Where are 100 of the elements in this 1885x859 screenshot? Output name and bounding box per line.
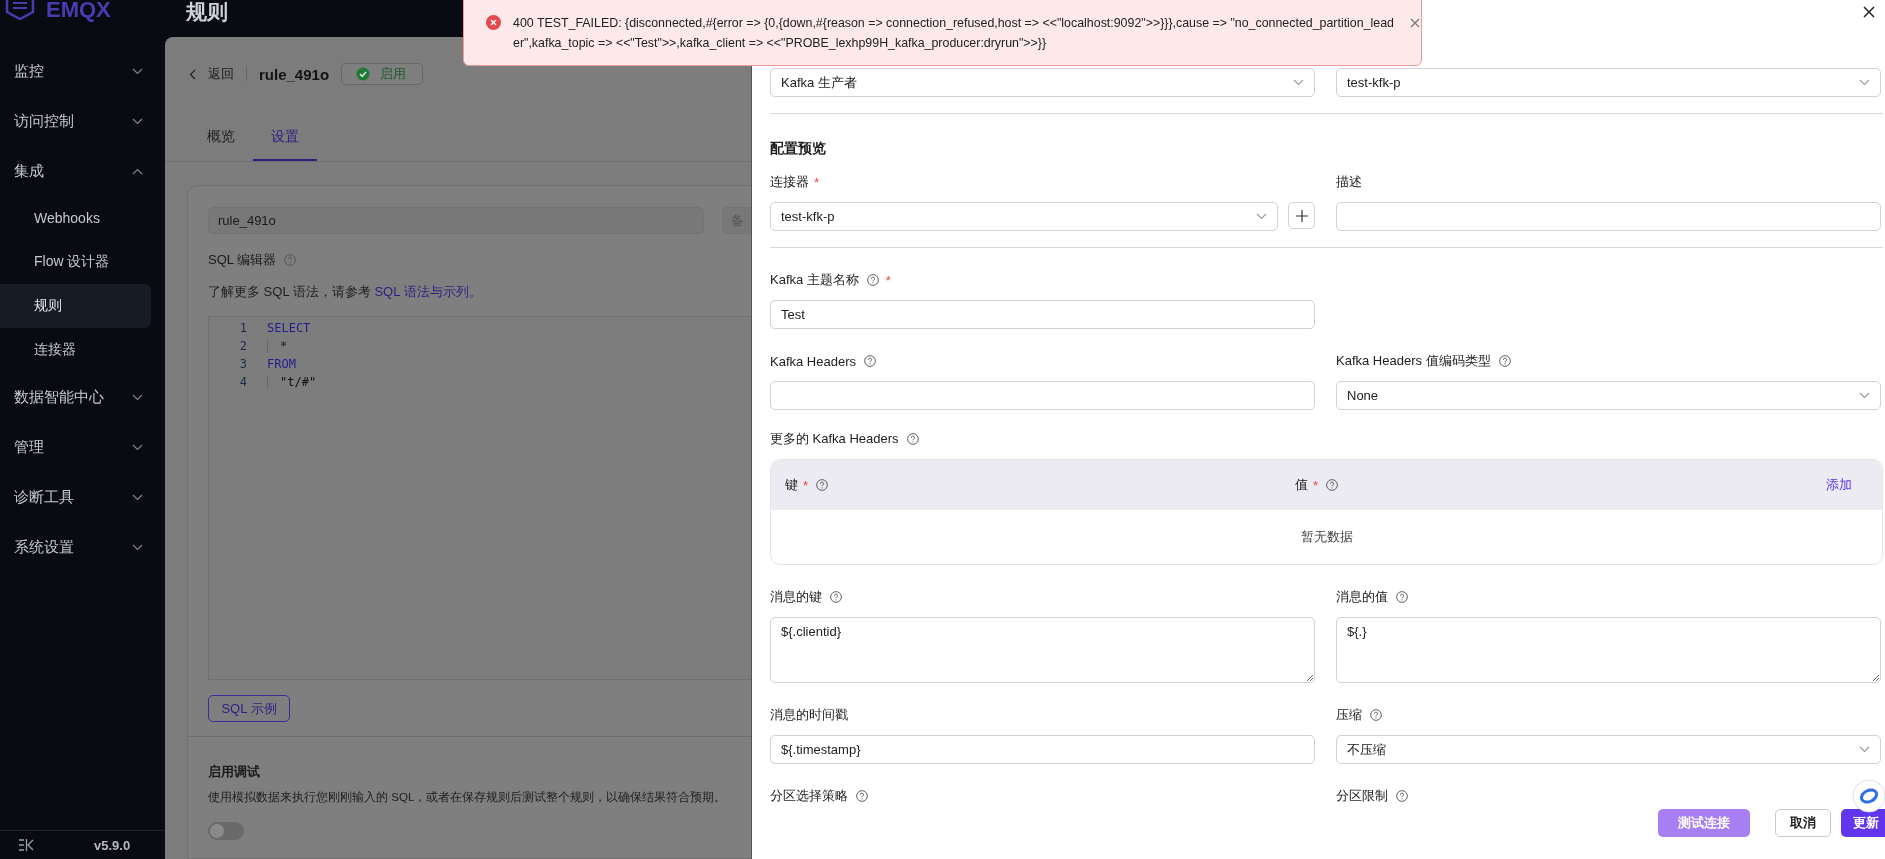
field-label: 连接器 [770,173,809,191]
help-icon[interactable] [1326,479,1339,491]
field-label: Kafka Headers 值编码类型 [1336,352,1491,370]
sql-hint-text: 了解更多 SQL 语法，请参考 SQL 语法与示列。 [208,283,483,301]
required-mark: * [1313,477,1319,493]
footer-button[interactable]: 更新 [1841,809,1885,837]
field-label: 消息的值 [1336,588,1388,606]
field-label: 压缩 [1336,706,1362,724]
field-label: 更多的 Kafka Headers [770,430,899,448]
add-button[interactable] [1288,202,1315,229]
chevron-icon [1859,79,1870,86]
page-title: 规则 [186,0,228,25]
nav-item[interactable]: 系统设置 [0,522,165,572]
status-badge: 启用 [341,63,424,85]
footer-button[interactable]: 取消 [1775,809,1831,837]
field-label: 分区限制 [1336,787,1388,805]
version-label: v5.9.0 [94,837,131,853]
field-label: Kafka Headers [770,353,856,369]
input-field[interactable]: Test [770,300,1315,329]
chevron-icon [132,67,143,75]
field-label: 消息的键 [770,588,822,606]
textarea-field[interactable]: ${.} [1336,617,1881,683]
select-field[interactable]: test-kfk-p [770,202,1278,231]
chevron-icon [132,443,143,451]
help-icon[interactable] [830,591,842,603]
chevron-icon [132,393,143,401]
error-icon [486,15,501,30]
help-icon[interactable] [1396,591,1408,603]
collapse-icon[interactable] [18,838,34,852]
tab[interactable]: 概览 [189,115,253,161]
nav-subitem[interactable]: Flow 设计器 [0,240,151,284]
required-mark: * [803,477,809,493]
code-text: * [267,339,288,353]
nav-item[interactable]: 集成 [0,146,165,196]
nav-subitem[interactable]: 规则 [0,284,151,328]
nav-item[interactable]: 监控 [0,46,165,96]
chevron-icon [132,543,143,551]
help-icon[interactable] [816,479,829,491]
help-icon[interactable] [1498,355,1511,367]
select-field[interactable]: None [1336,381,1881,410]
nav-item[interactable]: 管理 [0,422,165,472]
select-field[interactable]: test-kfk-p [1336,68,1881,97]
code-editor[interactable]: 1 SELECT 2 * 3 FROM 4 "t/#" [208,316,751,680]
column-header: 键 [785,476,798,494]
field-label: 消息的时间戳 [770,706,848,724]
line-number: 1 [238,321,247,335]
help-icon[interactable] [866,274,879,286]
chevron-icon [1256,213,1267,220]
resize-grip-icon[interactable] [1872,674,1879,681]
nav-item[interactable]: 访问控制 [0,96,165,146]
check-circle-icon [356,67,371,81]
line-number: 4 [238,375,247,389]
help-icon[interactable] [1396,790,1408,802]
logo-text: EMQX [46,0,111,23]
nav-item[interactable]: 数据智能中心 [0,372,165,422]
code-text: SELECT [267,321,311,335]
field-label: 描述 [1336,173,1362,191]
select-field[interactable]: Kafka 生产者 [770,68,1315,97]
help-icon[interactable] [1370,709,1382,721]
section-heading: 配置预览 [770,140,827,158]
debug-description: 使用模拟数据来执行您刚刚输入的 SQL，或者在保存规则后测试整个规则，以确保结果符合预期。 [208,790,728,805]
rule-name: rule_491o [259,65,330,83]
help-icon[interactable] [856,790,868,802]
select-field[interactable]: 不压缩 [1336,735,1881,764]
sql-editor-label: SQL 编辑器 [208,251,277,269]
resize-grip-icon[interactable] [1306,674,1313,681]
close-icon[interactable] [1863,6,1875,18]
nav-subitem[interactable]: Webhooks [0,196,151,240]
code-text: FROM [267,357,296,371]
rule-name-field[interactable]: rule_491o [208,207,704,234]
debug-toggle[interactable] [208,822,244,840]
field-label: 分区选择策略 [770,787,848,805]
help-icon[interactable] [906,433,919,445]
help-icon[interactable] [864,355,876,367]
input-field[interactable] [770,381,1315,410]
required-mark: * [885,272,891,288]
chevron-icon [1293,79,1304,86]
chevron-icon [132,493,143,501]
line-number: 2 [238,339,247,353]
input-field[interactable]: ${.timestamp} [770,735,1315,764]
textarea-field[interactable]: ${.clientid} [770,617,1315,683]
plus-icon [1295,209,1308,222]
input-field[interactable] [1336,202,1881,231]
column-header: 值 [1295,476,1308,494]
nav-subitem[interactable]: 连接器 [0,328,151,372]
chevron-icon [1859,746,1870,753]
chevron-icon [132,117,143,125]
chevron-icon [132,167,143,175]
required-mark: * [814,174,820,190]
empty-text: 暂无数据 [1300,528,1353,546]
chevron-icon [1859,392,1870,399]
assistant-icon[interactable] [1852,779,1885,813]
add-link[interactable]: 添加 [1826,476,1852,494]
field-label: Kafka 主题名称 [770,271,859,289]
back-icon [189,68,196,80]
line-number: 3 [238,357,247,371]
logo-icon [4,0,36,20]
error-message: 400 TEST_FAILED: {disconnected,#{error => {0,{down,#{reason => connection_refused,host => <<"localhost:9092">>}}},cause => "no_connected_partition_leader",kafka_topic => <<"Test">>,kafka_client => <<"PROBE_lexhp99H_kafka_producer:dryrun">>}} [513,15,1395,52]
nav-item[interactable]: 诊断工具 [0,472,165,522]
back-link[interactable]: 返回 [189,65,234,83]
